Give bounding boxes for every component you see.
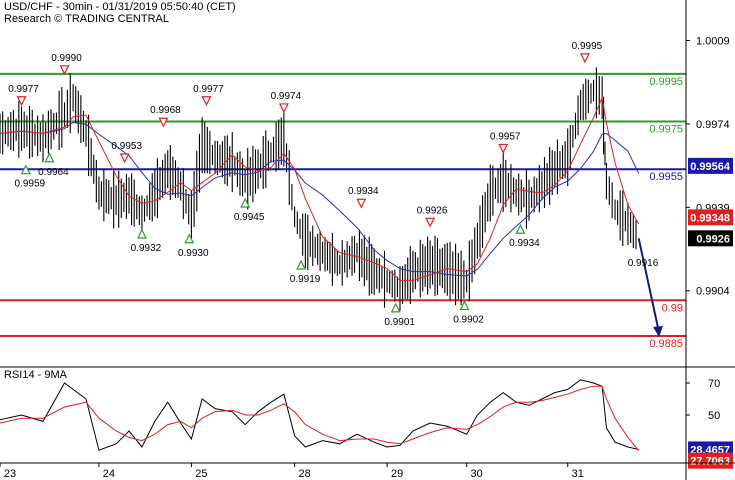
price-axis-label: 0.9974 [696,119,730,131]
swing-high-label: 0.9977 [193,84,224,95]
level-label: 0.9955 [649,171,683,183]
rsi-axis-label: 50 [708,410,720,422]
price-tag-label: 0.99348 [690,212,730,224]
price-tag-label: 0.99564 [690,161,731,173]
level-label: 0.9975 [649,124,683,136]
chart-title: USD/CHF - 30min - 01/31/2019 05:50:40 (C… [4,1,236,13]
swing-high-label: 0.9926 [417,205,448,216]
up-marker-triangle [184,233,195,244]
time-axis-label: 31 [572,468,584,480]
swing-high-label: 0.9957 [490,131,521,142]
swing-low-label: 0.9964 [38,167,69,178]
forecast-arrow-line [637,238,660,329]
swing-low-label: 0.9959 [15,179,46,190]
swing-high-label: 0.9974 [271,91,302,102]
up-marker-triangle [390,302,401,313]
chart-canvas: 1.00090.99740.99390.99040.99950.99750.99… [0,0,735,480]
rsi-pane: RSI14 - 9MA705028.465727.7063 [0,369,733,469]
price-pane: 1.00090.99740.99390.99040.99950.99750.99… [0,36,733,350]
price-tag-label: 0.9926 [696,233,730,245]
swing-low-label: 0.9919 [290,274,321,285]
level-label: 0.9995 [649,76,683,88]
time-axis-label: 28 [298,468,310,480]
swing-high-label: 0.9995 [572,41,603,52]
price-axis-label: 0.9904 [696,286,730,298]
level-label: 0.99 [662,302,683,314]
down-marker-triangle [425,217,436,228]
time-axis-label: 25 [195,468,207,480]
price-axis-label: 1.0009 [696,36,730,48]
swing-high-label: 0.9990 [51,53,82,64]
swing-high-label: 0.9953 [111,141,142,152]
down-marker-triangle [278,103,289,114]
up-marker-triangle [296,259,307,270]
swing-low-label: 0.9945 [234,212,265,223]
down-marker-triangle [59,65,70,76]
time-axis-label: 24 [103,468,115,480]
down-marker-triangle [579,53,590,64]
swing-high-label: 0.9977 [8,84,39,95]
time-axis-label: 23 [4,468,16,480]
rsi-axis-label: 70 [708,378,720,390]
swing-high-label: 0.9934 [348,186,379,197]
swing-low-label: 0.9930 [178,248,209,259]
swing-low-label: 0.9934 [509,238,540,249]
rsi-tag-label: 27.7063 [690,456,730,468]
up-marker-triangle [515,223,526,234]
time-axis-label: 29 [391,468,403,480]
time-axis-label: 30 [471,468,483,480]
down-marker-triangle [498,143,509,154]
down-marker-triangle [356,198,367,209]
down-marker-triangle [119,153,130,164]
level-label: 0.9885 [649,338,683,350]
swing-low-label: 0.9932 [131,243,162,254]
swing-low-label: 0.9902 [453,315,484,326]
swing-low-label: 0.9901 [384,317,415,328]
up-marker-triangle [44,152,55,163]
research-credit: Research © TRADING CENTRAL [4,13,169,25]
target-label: 0.9916 [628,258,659,269]
chart-frame: 23 24 25 28 29 30 31 [0,0,735,480]
down-marker-triangle [201,96,212,107]
up-marker-triangle [459,300,470,311]
rsi-title: RSI14 - 9MA [4,369,68,381]
rsi-series-9ma [0,385,640,451]
swing-high-label: 0.9968 [150,105,181,116]
up-marker-triangle [136,228,147,239]
